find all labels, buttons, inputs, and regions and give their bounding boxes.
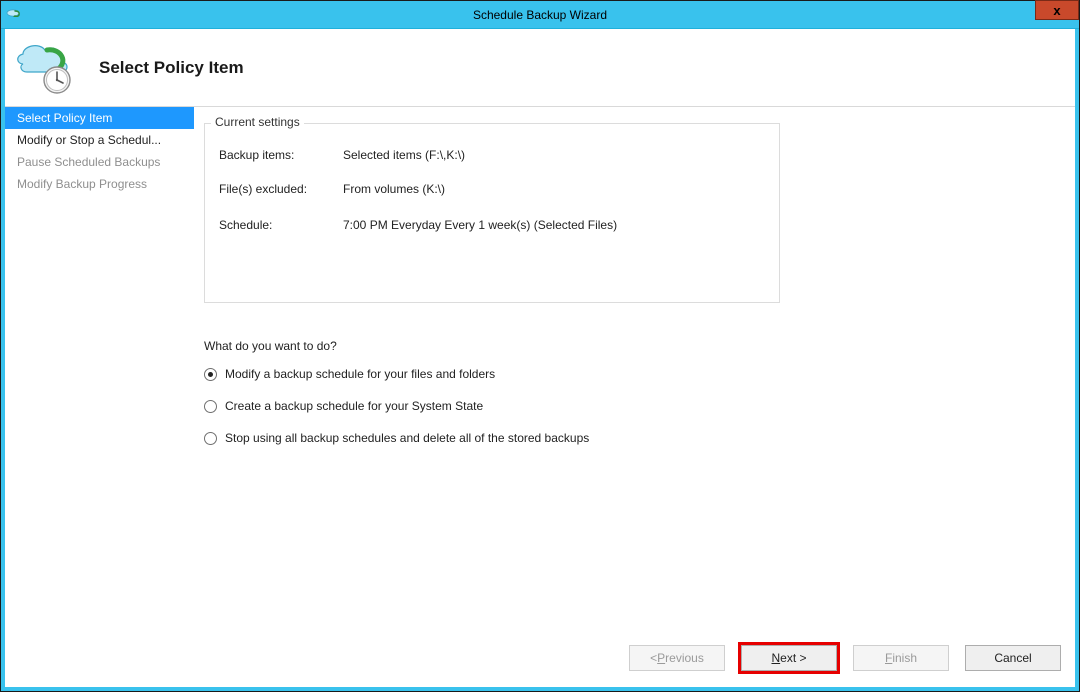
- row-schedule: Schedule: 7:00 PM Everyday Every 1 week(…: [219, 218, 765, 232]
- sidebar-item-modify-progress: Modify Backup Progress: [5, 173, 194, 195]
- wizard-body: Select Policy Item Modify or Stop a Sche…: [5, 107, 1075, 629]
- wizard-footer: < Previous Next > Finish Cancel: [5, 629, 1075, 687]
- sidebar-item-pause-backups: Pause Scheduled Backups: [5, 151, 194, 173]
- sidebar-item-label: Select Policy Item: [17, 111, 112, 125]
- sidebar-item-label: Modify or Stop a Schedul...: [17, 133, 161, 147]
- page-title: Select Policy Item: [99, 58, 244, 78]
- window-frame: Schedule Backup Wizard x Select Policy I: [0, 0, 1080, 692]
- sidebar-item-label: Pause Scheduled Backups: [17, 155, 160, 169]
- radio-icon: [204, 432, 217, 445]
- radio-group-action: Modify a backup schedule for your files …: [204, 367, 1059, 445]
- radio-label: Create a backup schedule for your System…: [225, 399, 483, 413]
- button-rest: ext >: [780, 651, 806, 665]
- wizard-sidebar: Select Policy Item Modify or Stop a Sche…: [5, 107, 194, 629]
- window-title: Schedule Backup Wizard: [1, 8, 1079, 22]
- button-label: Cancel: [994, 651, 1031, 665]
- wizard-header: Select Policy Item: [5, 29, 1075, 107]
- button-mnemonic: N: [771, 651, 780, 665]
- value-files-excluded: From volumes (K:\): [343, 182, 445, 196]
- radio-modify-schedule[interactable]: Modify a backup schedule for your files …: [204, 367, 1059, 381]
- header-icon: [13, 40, 77, 96]
- next-button[interactable]: Next >: [741, 645, 837, 671]
- label-files-excluded: File(s) excluded:: [219, 182, 343, 196]
- value-schedule: 7:00 PM Everyday Every 1 week(s) (Select…: [343, 218, 617, 232]
- sidebar-item-label: Modify Backup Progress: [17, 177, 147, 191]
- client-area: Select Policy Item Select Policy Item Mo…: [1, 29, 1079, 691]
- button-mnemonic: F: [885, 651, 892, 665]
- radio-create-system-state[interactable]: Create a backup schedule for your System…: [204, 399, 1059, 413]
- radio-icon: [204, 368, 217, 381]
- prompt-text: What do you want to do?: [204, 339, 1059, 353]
- row-backup-items: Backup items: Selected items (F:\,K:\): [219, 148, 765, 162]
- sidebar-item-select-policy[interactable]: Select Policy Item: [5, 107, 194, 129]
- button-rest: revious: [665, 651, 704, 665]
- value-backup-items: Selected items (F:\,K:\): [343, 148, 465, 162]
- button-mnemonic: P: [657, 651, 665, 665]
- titlebar: Schedule Backup Wizard x: [1, 1, 1079, 29]
- app-icon: [5, 5, 25, 25]
- label-backup-items: Backup items:: [219, 148, 343, 162]
- button-rest: inish: [892, 651, 917, 665]
- wizard-main: Current settings Backup items: Selected …: [194, 107, 1075, 629]
- sidebar-item-modify-stop[interactable]: Modify or Stop a Schedul...: [5, 129, 194, 151]
- radio-label: Modify a backup schedule for your files …: [225, 367, 495, 381]
- close-button[interactable]: x: [1035, 0, 1079, 20]
- current-settings-group: Current settings Backup items: Selected …: [204, 123, 780, 303]
- radio-label: Stop using all backup schedules and dele…: [225, 431, 589, 445]
- button-prefix: <: [650, 651, 657, 665]
- cancel-button[interactable]: Cancel: [965, 645, 1061, 671]
- radio-stop-delete-all[interactable]: Stop using all backup schedules and dele…: [204, 431, 1059, 445]
- finish-button: Finish: [853, 645, 949, 671]
- close-icon: x: [1053, 3, 1060, 18]
- row-files-excluded: File(s) excluded: From volumes (K:\): [219, 182, 765, 196]
- radio-icon: [204, 400, 217, 413]
- previous-button: < Previous: [629, 645, 725, 671]
- label-schedule: Schedule:: [219, 218, 343, 232]
- group-label: Current settings: [211, 115, 304, 129]
